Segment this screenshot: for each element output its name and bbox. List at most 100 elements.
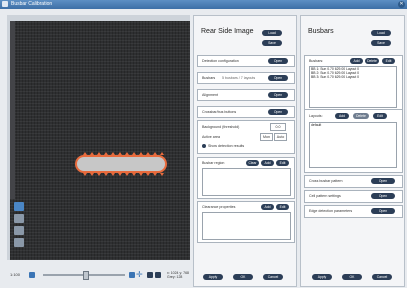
rear-load-button[interactable]: Load <box>262 30 282 36</box>
busbars-row: Busbars 5 busbars / 7 layouts Open <box>197 72 295 84</box>
busbar-tooth <box>153 173 157 176</box>
busbars-apply-button[interactable]: Apply <box>312 274 332 280</box>
clearance-section: Clearance properties Add Edit <box>197 201 295 243</box>
list-item[interactable]: BB 3: Sun 0.70 629.00 Layout 0 <box>310 75 396 79</box>
busbars-list-label: Busbars: <box>309 59 324 63</box>
busbars-load-button[interactable]: Load <box>371 30 391 36</box>
busbar-tooth <box>160 152 164 155</box>
cross-busbar-row: Cross busbar pattern Open <box>304 175 403 188</box>
busbar-region-edit-button[interactable]: Edit <box>276 160 289 166</box>
busbar-region-add-button[interactable]: Add <box>261 160 274 166</box>
zoom-in-icon[interactable] <box>129 272 135 278</box>
rear-side-panel: Rear Side Image Load Save Detection conf… <box>193 15 297 287</box>
busbar-region-section: Busbar region Clear Add Edit <box>197 157 295 199</box>
busbar-tooth <box>125 152 129 155</box>
crosshair-icon[interactable]: ✛ <box>136 270 143 280</box>
busbar-tooth <box>111 173 115 176</box>
zoom-out-icon[interactable] <box>29 272 35 278</box>
busbar-add-button[interactable]: Add <box>350 58 363 64</box>
busbar-region-clear-button[interactable]: Clear <box>246 160 259 166</box>
busbar-region-list[interactable] <box>202 168 291 196</box>
zoom-tool-icon[interactable] <box>14 214 24 223</box>
actual-size-icon[interactable] <box>155 272 161 278</box>
zoom-bar: 1:100 ✛ x: 1024 y: 768 Grey: 128 <box>7 269 190 283</box>
rear-apply-button[interactable]: Apply <box>203 274 223 280</box>
busbars-summary: 5 busbars / 7 layouts <box>222 76 256 80</box>
clearance-edit-button[interactable]: Edit <box>276 204 289 210</box>
background-section: Background (threshold) 0.0 Active area M… <box>197 120 295 154</box>
active-area-auto-option[interactable]: Auto <box>274 133 287 141</box>
busbar-tooth <box>139 152 143 155</box>
busbar-tooth <box>90 173 94 176</box>
active-area-label: Active area <box>202 135 220 139</box>
busbars-label: Busbars <box>202 76 216 80</box>
pan-tool-icon[interactable] <box>14 202 24 211</box>
busbar-tooth <box>146 152 150 155</box>
edge-detection-label: Edge detection parameters <box>309 209 353 213</box>
layout-add-button[interactable]: Add <box>335 113 349 119</box>
cell-pattern-open-button[interactable]: Open <box>371 193 395 199</box>
busbars-ok-button[interactable]: OK <box>342 274 362 280</box>
pixel-status: x: 1024 y: 768 Grey: 128 <box>167 271 189 279</box>
background-label: Background (threshold) <box>202 125 240 129</box>
app-icon <box>2 1 8 7</box>
zoom-slider-thumb[interactable] <box>83 271 89 280</box>
alignment-label: Alignment <box>202 93 218 97</box>
crossbars-label: Crossbar/bus buttons <box>202 110 237 114</box>
busbars-title: Busbars <box>308 28 334 35</box>
busbar-tooth <box>104 173 108 176</box>
busbar-tooth <box>132 152 136 155</box>
alignment-row: Alignment Open <box>197 89 295 101</box>
select-tool-icon[interactable] <box>14 226 24 235</box>
busbar-tooth <box>97 173 101 176</box>
layouts-section: Layouts: Add Delete Edit default <box>304 109 403 173</box>
show-detection-radio[interactable] <box>202 144 206 148</box>
busbars-open-button[interactable]: Open <box>268 75 288 81</box>
busbars-listbox[interactable]: BB 1: Sun 0.70 629.00 Layout 0 BB 2: Sun… <box>309 66 397 108</box>
close-icon[interactable]: ✕ <box>398 1 405 8</box>
clearance-list[interactable] <box>202 212 291 240</box>
busbar-delete-button[interactable]: Delete <box>365 58 379 64</box>
busbar-tooth <box>118 173 122 176</box>
background-threshold-input[interactable]: 0.0 <box>270 123 286 131</box>
detection-config-open-button[interactable]: Open <box>268 58 288 64</box>
clearance-add-button[interactable]: Add <box>261 204 274 210</box>
busbar-tooth <box>160 173 164 176</box>
busbar-tooth <box>139 173 143 176</box>
busbar-detection-overlay[interactable] <box>75 152 167 176</box>
rear-save-button[interactable]: Save <box>262 40 282 46</box>
layouts-label: Layouts: <box>309 114 323 118</box>
layout-delete-button[interactable]: Delete <box>353 113 369 119</box>
layout-edit-button[interactable]: Edit <box>373 113 387 119</box>
cell-pattern-label: Cell pattern settings <box>309 194 341 198</box>
layouts-listbox[interactable]: default <box>309 122 397 168</box>
rear-ok-button[interactable]: OK <box>233 274 253 280</box>
list-item[interactable]: default <box>310 123 396 127</box>
busbars-save-button[interactable]: Save <box>371 40 391 46</box>
active-area-manual-option[interactable]: Mon <box>260 133 273 141</box>
edge-detection-open-button[interactable]: Open <box>371 208 395 214</box>
edge-detection-row: Edge detection parameters Open <box>304 205 403 218</box>
measure-tool-icon[interactable] <box>14 238 24 247</box>
rear-cancel-button[interactable]: Cancel <box>263 274 283 280</box>
busbar-edit-button[interactable]: Edit <box>382 58 395 64</box>
zoom-slider[interactable] <box>43 271 125 280</box>
cell-pattern-row: Cell pattern settings Open <box>304 190 403 203</box>
busbar-tooth <box>104 152 108 155</box>
alignment-open-button[interactable]: Open <box>268 92 288 98</box>
image-viewer[interactable] <box>10 21 190 260</box>
busbar-tooth <box>97 152 101 155</box>
busbars-list-section: Busbars: Add Delete Edit BB 1: Sun 0.70 … <box>304 55 403 112</box>
busbars-cancel-button[interactable]: Cancel <box>372 274 392 280</box>
cross-busbar-label: Cross busbar pattern <box>309 179 343 183</box>
window-title-bar: Busbar Calibration ✕ <box>0 0 407 9</box>
busbar-tooth <box>125 173 129 176</box>
busbar-tooth <box>83 173 87 176</box>
fit-view-icon[interactable] <box>147 272 153 278</box>
window-title: Busbar Calibration <box>11 1 53 7</box>
rear-side-title: Rear Side Image <box>201 28 254 35</box>
clearance-label: Clearance properties <box>202 205 236 209</box>
cross-busbar-open-button[interactable]: Open <box>371 178 395 184</box>
crossbars-row: Crossbar/bus buttons Open <box>197 106 295 118</box>
crossbars-open-button[interactable]: Open <box>268 109 288 115</box>
